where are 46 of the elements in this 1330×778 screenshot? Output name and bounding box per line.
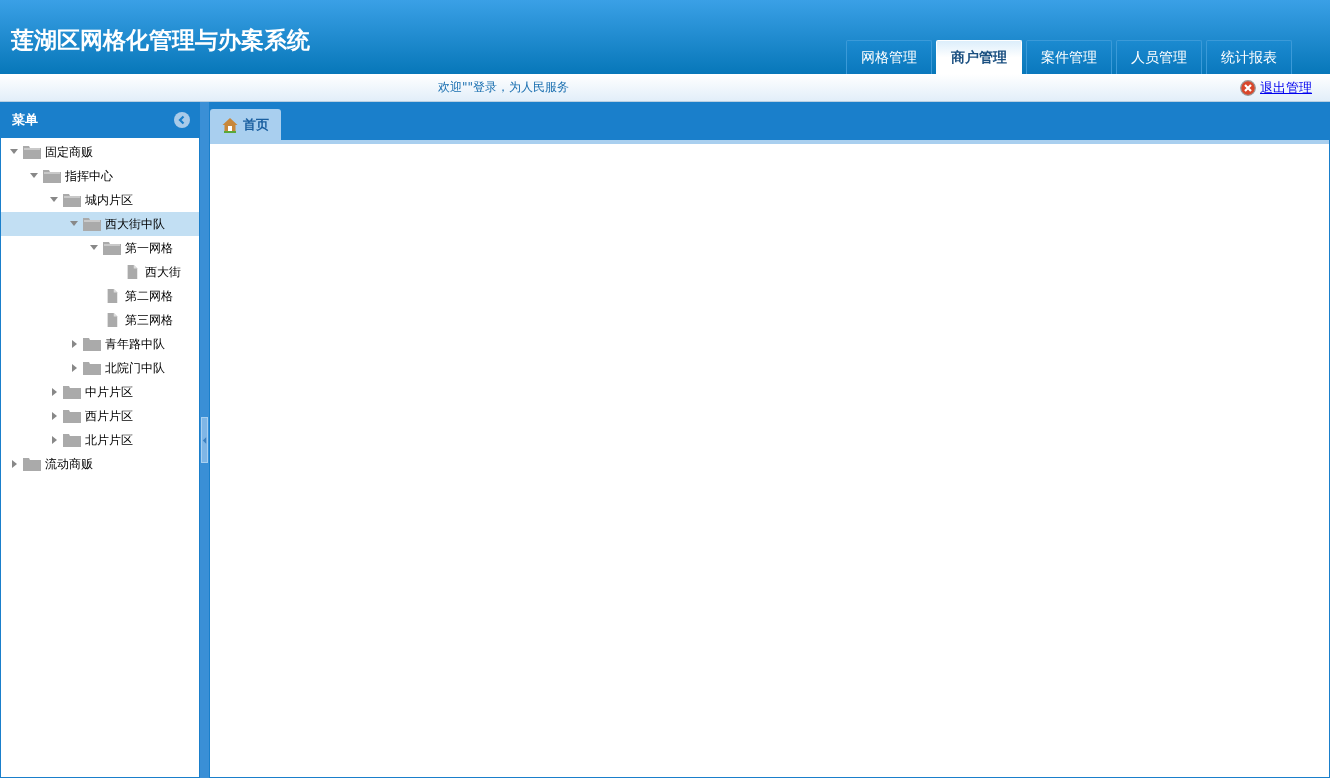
tree-item[interactable]: 指挥中心 xyxy=(1,164,199,188)
logout-link[interactable]: 退出管理 xyxy=(1260,78,1312,97)
close-icon xyxy=(1240,79,1256,96)
nav-tab[interactable]: 统计报表 xyxy=(1206,40,1292,74)
nav-tab[interactable]: 案件管理 xyxy=(1026,40,1112,74)
tree-item[interactable]: 北院门中队 xyxy=(1,356,199,380)
folder-icon xyxy=(83,337,101,351)
tree-item[interactable]: 第一网格 xyxy=(1,236,199,260)
caret-right-icon[interactable] xyxy=(49,411,59,421)
caret-right-icon[interactable] xyxy=(9,459,19,469)
folder-icon xyxy=(23,145,41,159)
content-tab[interactable]: 首页 xyxy=(210,109,281,141)
tree-item[interactable]: 青年路中队 xyxy=(1,332,199,356)
folder-icon xyxy=(83,361,101,375)
caret-left-icon xyxy=(202,435,207,445)
caret-right-icon[interactable] xyxy=(69,339,79,349)
folder-icon xyxy=(83,217,101,231)
nav-tab[interactable]: 网格管理 xyxy=(846,40,932,74)
folder-icon xyxy=(63,193,81,207)
tree-item[interactable]: 城内片区 xyxy=(1,188,199,212)
tree-item[interactable]: 中片片区 xyxy=(1,380,199,404)
folder-icon xyxy=(63,409,81,423)
tree-item[interactable]: 西片片区 xyxy=(1,404,199,428)
folder-icon xyxy=(63,433,81,447)
caret-right-icon[interactable] xyxy=(49,435,59,445)
nav-tab[interactable]: 人员管理 xyxy=(1116,40,1202,74)
tree-item[interactable]: 第三网格 xyxy=(1,308,199,332)
caret-right-icon[interactable] xyxy=(69,363,79,373)
folder-icon xyxy=(23,457,41,471)
folder-icon xyxy=(103,241,121,255)
tree-item[interactable]: 西大街中队 xyxy=(1,212,199,236)
nav-tab[interactable]: 商户管理 xyxy=(936,40,1022,74)
tree-item[interactable]: 流动商贩 xyxy=(1,452,199,476)
collapse-icon[interactable] xyxy=(174,112,190,128)
app-title: 莲湖区网格化管理与办案系统 xyxy=(11,25,310,55)
caret-right-icon[interactable] xyxy=(49,387,59,397)
splitter-handle[interactable] xyxy=(201,417,208,463)
tree-item[interactable]: 北片片区 xyxy=(1,428,199,452)
tree-item[interactable]: 第二网格 xyxy=(1,284,199,308)
folder-icon xyxy=(43,169,61,183)
tree-item[interactable]: 西大街 xyxy=(1,260,199,284)
sidebar-title: 菜单 xyxy=(12,111,38,129)
welcome-text: 欢迎""登录，为人民服务 xyxy=(438,79,570,96)
home-icon xyxy=(222,117,238,133)
tree-item[interactable]: 固定商贩 xyxy=(1,140,199,164)
folder-icon xyxy=(63,385,81,399)
